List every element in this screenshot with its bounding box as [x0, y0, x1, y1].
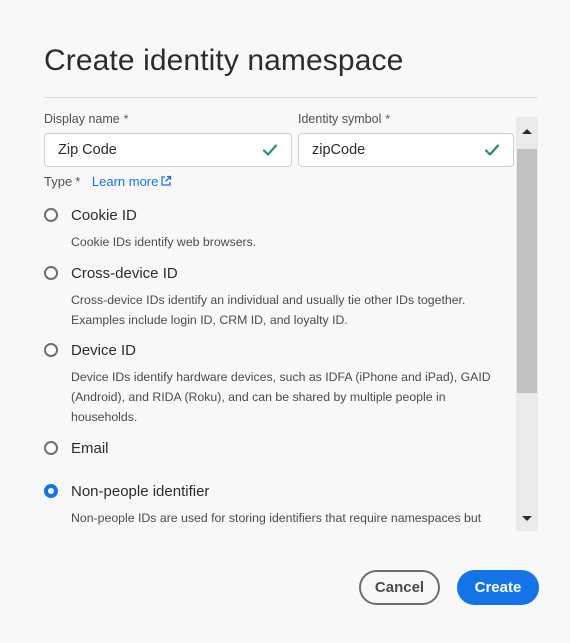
title-divider — [44, 97, 538, 98]
radio-button[interactable] — [44, 266, 58, 280]
option-label: Cookie ID — [71, 207, 137, 224]
dialog-title: Create identity namespace — [44, 44, 404, 77]
option-label: Email — [71, 440, 109, 457]
required-mark: * — [123, 112, 129, 126]
option-label: Cross-device ID — [71, 265, 178, 282]
identity-symbol-label-text: Identity symbol — [298, 112, 382, 126]
create-namespace-dialog: Create identity namespace Display name * … — [0, 0, 570, 643]
external-link-icon — [161, 175, 172, 186]
identity-symbol-field[interactable] — [298, 133, 514, 167]
check-icon — [484, 144, 500, 156]
radio-button-selected[interactable] — [44, 484, 58, 498]
display-name-label-text: Display name — [44, 112, 120, 126]
radio-button[interactable] — [44, 208, 58, 222]
content-scrollbar[interactable] — [516, 117, 538, 531]
radio-button[interactable] — [44, 343, 58, 357]
option-label: Non-people identifier — [71, 483, 210, 500]
required-mark: * — [75, 174, 81, 189]
option-description: Cross-device IDs identify an individual … — [71, 293, 466, 327]
display-name-field[interactable] — [44, 133, 292, 167]
option-description: Device IDs identify hardware devices, su… — [71, 370, 491, 424]
cancel-button[interactable]: Cancel — [359, 570, 440, 605]
chevron-down-icon[interactable] — [516, 509, 538, 529]
option-description: Cookie IDs identify web browsers. — [71, 235, 257, 249]
learn-more-text: Learn more — [91, 174, 159, 189]
option-description: Non-people IDs are used for storing iden… — [71, 511, 482, 525]
display-name-label: Display name * — [44, 112, 128, 126]
dialog-content: Display name* Identity symbol* Type* Lea… — [0, 112, 516, 537]
chevron-up-icon[interactable] — [516, 121, 538, 141]
identity-symbol-input[interactable] — [312, 134, 492, 166]
required-mark: * — [385, 112, 391, 126]
check-icon — [262, 144, 278, 156]
identity-symbol-label: Identity symbol * — [298, 112, 390, 126]
learn-more-link[interactable]: Learn more — [92, 174, 172, 189]
create-button[interactable]: Create — [457, 570, 539, 605]
type-label-row: Type * Learn more — [44, 174, 172, 189]
option-label: Device ID — [71, 342, 137, 359]
radio-button[interactable] — [44, 441, 58, 455]
type-label: Type — [44, 174, 73, 189]
scrollbar-thumb[interactable] — [517, 149, 537, 393]
display-name-input[interactable] — [58, 134, 238, 166]
